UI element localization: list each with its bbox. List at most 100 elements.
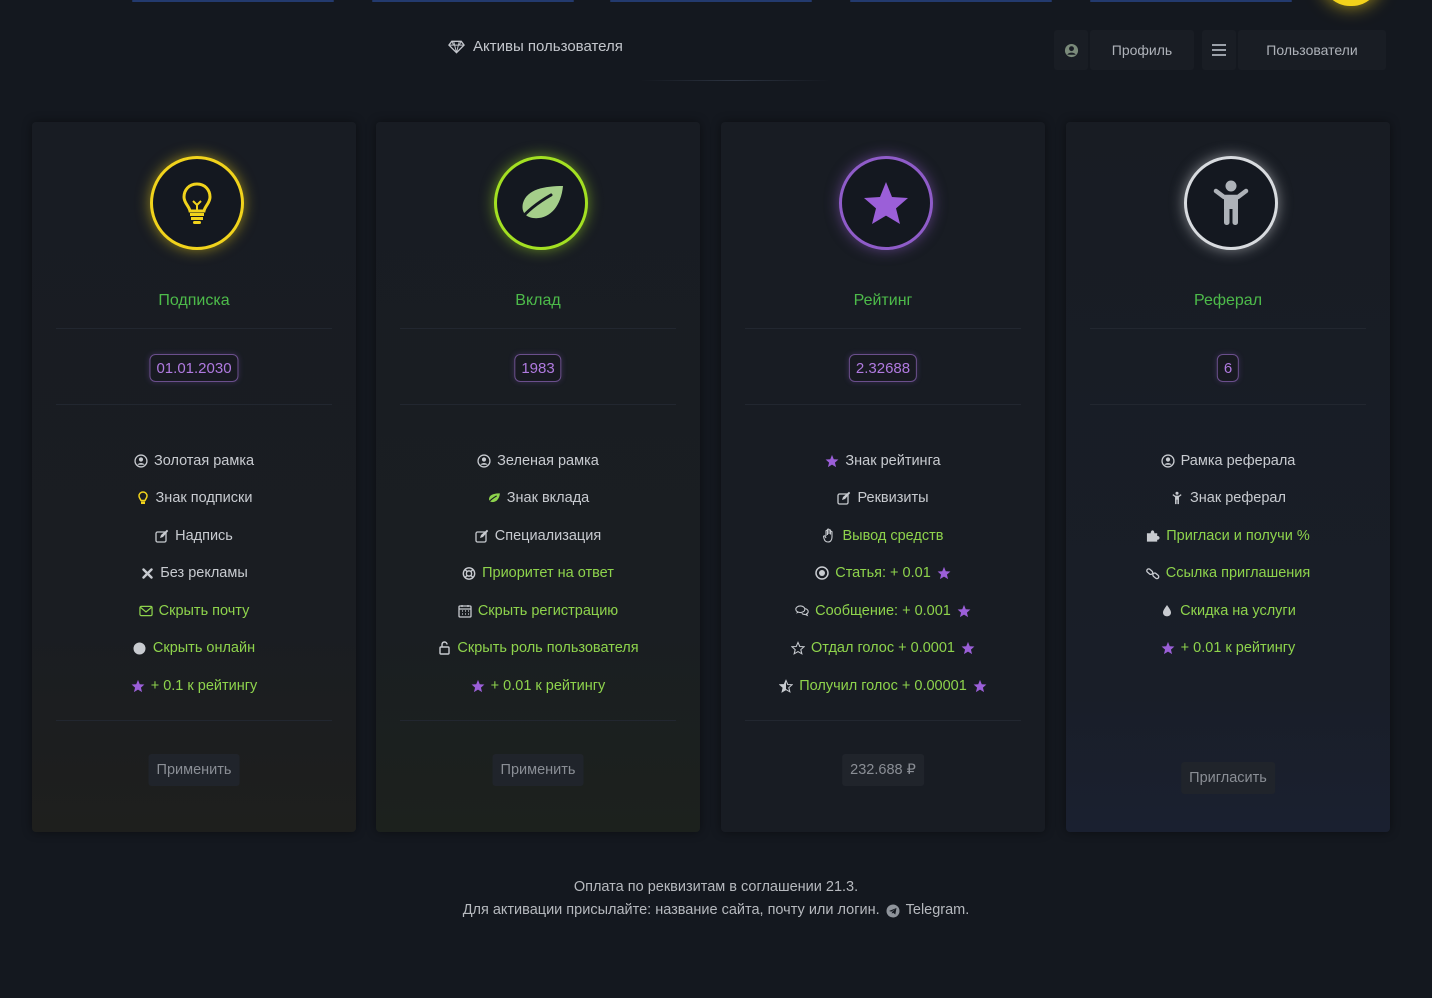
puzzle-icon [1146, 529, 1160, 543]
subscription-date-badge: 01.01.2030 [149, 354, 239, 382]
top-decor-segment [372, 0, 574, 2]
telegram-icon [886, 904, 900, 917]
footer-instruction: Для активации присылайте: название сайта… [462, 902, 880, 918]
feature-list: Золотая рамка Знак подписки Надпись Без … [32, 442, 356, 705]
edit-icon [155, 529, 169, 543]
user-circle-icon [1161, 454, 1175, 468]
lightbulb-icon [182, 182, 212, 224]
list-item: Надпись [32, 517, 356, 555]
card-contribution: Вклад 1983 Зеленая рамка Знак вклада Спе… [376, 122, 700, 832]
gem-icon [448, 40, 465, 54]
divider [56, 328, 332, 329]
feature-label: Приоритет на ответ [482, 565, 614, 582]
list-item: Знак рейтинга [721, 442, 1045, 480]
feature-label: Знак рейтинга [845, 452, 941, 469]
feature-list: Знак рейтинга Реквизиты Вывод средств Ст… [721, 442, 1045, 705]
referral-count-badge: 6 [1216, 354, 1240, 382]
dot-circle-icon [815, 566, 829, 580]
divider [400, 328, 676, 329]
list-item: Специализация [376, 517, 700, 555]
list-item: Без рекламы [32, 555, 356, 593]
feature-label: Золотая рамка [153, 452, 255, 469]
profile-icon-button[interactable] [1054, 30, 1088, 70]
star-icon [825, 454, 839, 468]
card-rating: Рейтинг 2.32688 Знак рейтинга Реквизиты … [721, 122, 1045, 832]
feature-label: + 0.01 к рейтингу [1180, 640, 1296, 657]
apply-button[interactable]: Применить [492, 754, 584, 786]
divider [745, 328, 1021, 329]
invite-button[interactable]: Пригласить [1181, 762, 1275, 794]
list-item: Знак подписки [32, 480, 356, 518]
feature-label: Пригласи и получи % [1166, 527, 1310, 544]
top-decor-segment [850, 0, 1052, 2]
star-large-icon [864, 182, 908, 224]
edit-icon [475, 529, 489, 543]
top-decor-strip [0, 0, 1432, 6]
child-icon [1213, 180, 1249, 225]
feature-label: Надпись [175, 527, 233, 544]
comments-icon [795, 604, 809, 618]
link-icon [1145, 566, 1160, 580]
list-item: Сообщение: + 0.001 [721, 592, 1045, 630]
list-item: + 0.1 к рейтингу [32, 667, 356, 705]
feature-label: Вывод средств [842, 527, 944, 544]
user-circle-icon [134, 454, 148, 468]
feature-label: Сообщение: + 0.001 [815, 602, 951, 619]
balance-button[interactable]: 232.688 ₽ [842, 754, 924, 786]
menu-icon [1212, 44, 1226, 56]
feature-label: Знак подписки [155, 490, 253, 507]
hand-icon [823, 528, 837, 543]
feature-label: + 0.01 к рейтингу [490, 677, 606, 694]
feature-label: Без рекламы [160, 565, 248, 582]
profile-button[interactable]: Профиль [1090, 30, 1194, 70]
menu-icon-button[interactable] [1202, 30, 1236, 70]
list-item: Золотая рамка [32, 442, 356, 480]
user-circle-icon [477, 454, 491, 468]
list-item: Статья: + 0.01 [721, 555, 1045, 593]
user-circle-icon [1064, 43, 1078, 57]
divider [400, 720, 676, 721]
card-referral: Реферал 6 Рамка реферала Знак реферал Пр… [1066, 122, 1390, 832]
star-icon [937, 566, 951, 580]
list-item: Вывод средств [721, 517, 1045, 555]
envelope-icon [138, 604, 153, 618]
contribution-badge: 1983 [514, 354, 562, 382]
leaf-icon [517, 186, 563, 223]
feature-label: Статья: + 0.01 [835, 565, 931, 582]
card-title: Рейтинг [853, 292, 913, 309]
card-title: Вклад [515, 292, 561, 309]
divider [1090, 328, 1366, 329]
list-item: Скрыть роль пользователя [376, 630, 700, 668]
feature-label: Скрыть роль пользователя [457, 640, 639, 657]
list-item: Знак вклада [376, 480, 700, 518]
top-decor-segment [132, 0, 334, 2]
leaf-small-icon [487, 491, 501, 505]
footer-line-2: Для активации присылайте: название сайта… [0, 899, 1432, 922]
feature-label: Скрыть регистрацию [477, 602, 619, 619]
star-icon [957, 604, 971, 618]
star-icon [973, 679, 987, 693]
title-underline [640, 80, 830, 81]
top-decor-segment [610, 0, 812, 2]
card-title: Реферал [1193, 292, 1263, 309]
feature-label: Скидка на услуги [1180, 602, 1296, 619]
feature-label: Знак реферал [1190, 490, 1286, 507]
rating-ring [839, 156, 933, 250]
rating-badge: 2.32688 [848, 354, 918, 382]
list-item: Получил голос + 0.00001 [721, 667, 1045, 705]
list-item: Ссылка приглашения [1066, 555, 1390, 593]
list-item: Скрыть регистрацию [376, 592, 700, 630]
feature-label: Получил голос + 0.00001 [799, 677, 967, 694]
page-title-text: Активы пользователя [473, 38, 623, 55]
drop-icon [1160, 604, 1174, 618]
child-small-icon [1170, 491, 1184, 505]
divider [400, 404, 676, 405]
feature-label: Специализация [494, 527, 602, 544]
telegram-link[interactable]: Telegram. [906, 899, 970, 922]
page-title: Активы пользователя [448, 38, 623, 55]
footer-line-1: Оплата по реквизитам в соглашении 21.3. [573, 879, 859, 895]
lifebuoy-icon [462, 566, 476, 580]
apply-button[interactable]: Применить [148, 754, 240, 786]
lightbulb-small-icon [136, 491, 150, 505]
users-button[interactable]: Пользователи [1238, 30, 1386, 70]
